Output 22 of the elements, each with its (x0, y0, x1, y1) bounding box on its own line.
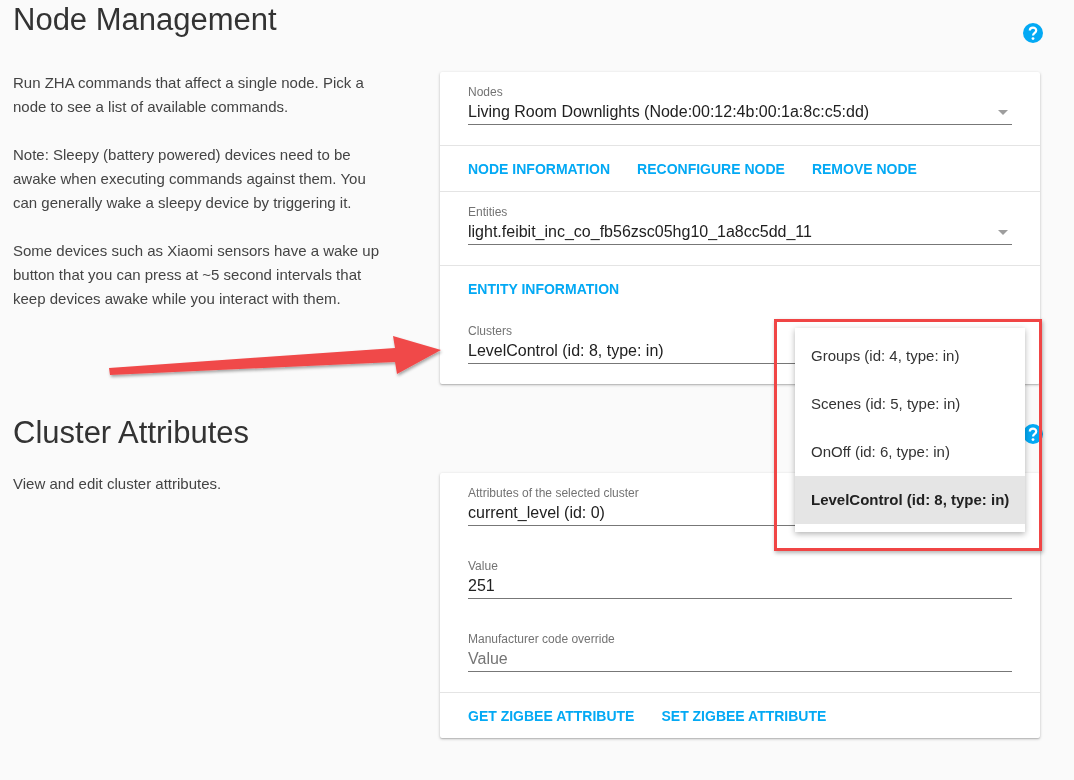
field-label: Clusters (468, 323, 512, 339)
field-label: Attributes of the selected cluster (468, 485, 639, 501)
menu-item[interactable]: OnOff (id: 6, type: in) (795, 428, 1025, 476)
field-label: Value (468, 558, 498, 574)
section-title: Node Management (13, 1, 277, 39)
help-icon[interactable] (1023, 23, 1043, 43)
caret-icon (998, 109, 1008, 115)
field-label: Entities (468, 204, 508, 220)
input-field[interactable]: 251 (468, 574, 1012, 599)
description-text: Some devices such as Xiaomi sensors have a wake up button that you can press at ~5 second intervals that keep devices awake while you interact with them. (13, 241, 381, 309)
description-text: View and edit cluster attributes. (13, 474, 223, 494)
description-text: Note: Sleepy (battery powered) devices need to be awake when executing commands against them. You can generally wake a sleepy device by triggering it. (13, 145, 367, 213)
menu-item[interactable]: Scenes (id: 5, type: in) (795, 380, 1025, 428)
dropdown-field[interactable]: light.feibit_inc_co_fb56zsc05hg10_1a8cc5dd_11 (468, 220, 1012, 245)
input-field[interactable]: Value (468, 647, 1012, 672)
menu-item[interactable]: LevelControl (id: 8, type: in) (795, 476, 1025, 524)
field-label: Nodes (468, 84, 503, 100)
description-text: Run ZHA commands that affect a single node. Pick a node to see a list of available commands. (13, 73, 365, 117)
caret-icon (998, 229, 1008, 235)
dropdown-field[interactable]: Living Room Downlights (Node:00:12:4b:00:1a:8c:c5:dd) (468, 100, 1012, 125)
field-label: Manufacturer code override (468, 631, 615, 647)
section-title: Cluster Attributes (13, 414, 250, 452)
